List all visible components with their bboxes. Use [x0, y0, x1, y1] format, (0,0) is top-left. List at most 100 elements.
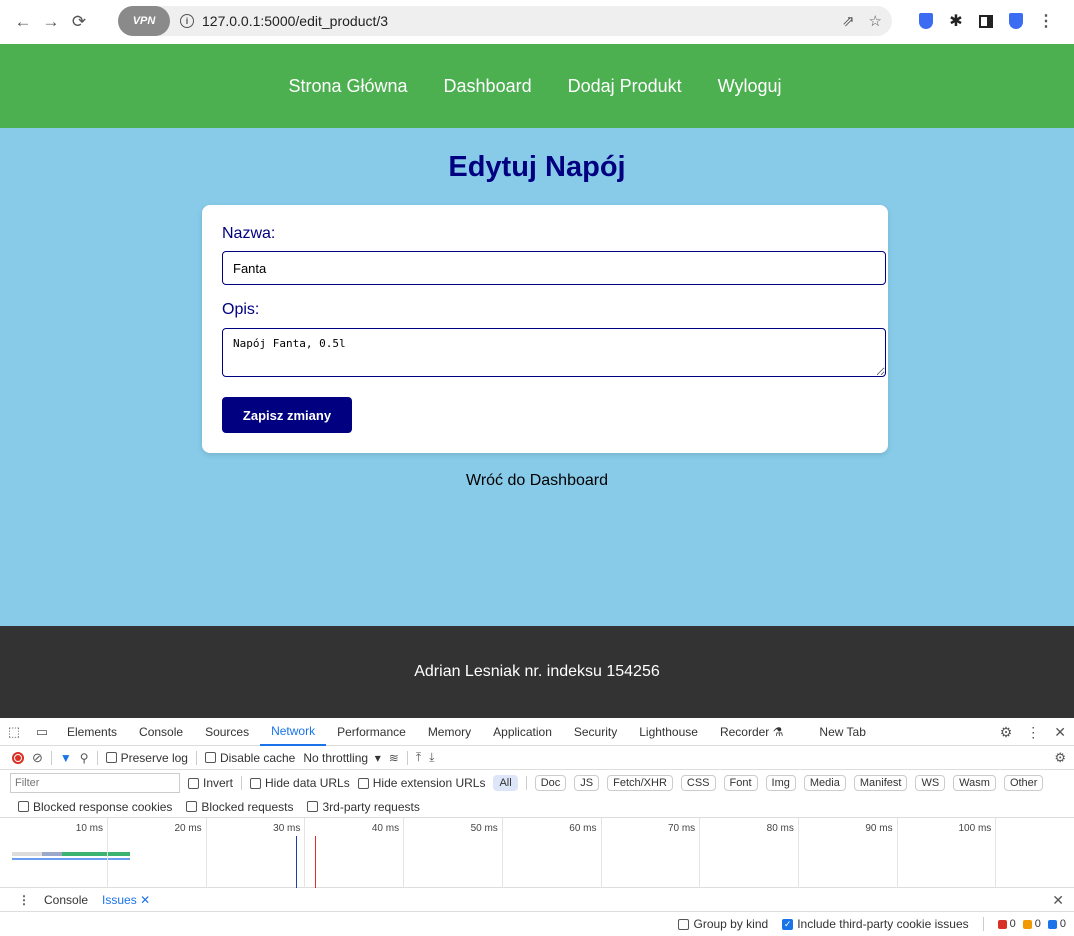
filter-chip-doc[interactable]: Doc [534, 775, 567, 791]
filter-chip-fetch-xhr[interactable]: Fetch/XHR [607, 775, 673, 791]
footer: Adrian Lesniak nr. indeksu 154256 [0, 626, 1074, 718]
drawer-menu-icon[interactable]: ⋮ [18, 893, 30, 907]
include-third-party-checkbox[interactable]: ✓ Include third-party cookie issues [782, 917, 969, 931]
network-overview-timeline[interactable]: 10 ms 20 ms 30 ms 40 ms 50 ms 60 ms 70 ms 80 ms… [0, 818, 1074, 888]
extensions-puzzle-icon[interactable]: ✱ [948, 13, 964, 30]
devtools-tab-application[interactable]: Application [482, 718, 563, 746]
share-icon[interactable]: ⇗ [842, 12, 855, 30]
timeline-tick [699, 818, 701, 888]
group-by-kind-checkbox[interactable]: Group by kind [678, 917, 768, 931]
devtools-tab-lighthouse[interactable]: Lighthouse [628, 718, 709, 746]
reload-icon[interactable]: ⟳ [68, 11, 90, 33]
timeline-tick [600, 818, 602, 888]
name-input[interactable] [222, 251, 886, 285]
name-label: Nazwa: [222, 225, 276, 242]
info-icon[interactable]: i [180, 14, 194, 28]
devtools-tab-bar: ⬚ ▭ Elements Console Sources Network Per… [0, 718, 1074, 746]
timeline-tick-label: 10 ms [75, 823, 103, 834]
filter-chip-wasm[interactable]: Wasm [953, 775, 996, 791]
url-text[interactable]: 127.0.0.1:5000/edit_product/3 [202, 13, 388, 29]
flask-icon: ⚗ [772, 724, 784, 739]
blocked-cookies-checkbox[interactable]: Blocked response cookies [18, 800, 172, 814]
settings-gear-icon[interactable]: ⚙ [1000, 724, 1013, 741]
timeline-tick [304, 818, 306, 888]
timeline-tick [995, 818, 997, 888]
timeline-tick-label: 90 ms [865, 823, 893, 834]
inspect-element-icon[interactable]: ⬚ [0, 724, 28, 740]
top-navigation: Strona Główna Dashboard Dodaj Produkt Wy… [0, 44, 1074, 128]
disable-cache-checkbox[interactable]: Disable cache [204, 751, 295, 765]
network-settings-gear-icon[interactable]: ⚙ [1054, 750, 1066, 766]
close-devtools-icon[interactable]: ✕ [1054, 724, 1066, 741]
filter-chip-js[interactable]: JS [574, 775, 600, 791]
drawer-tab-console[interactable]: Console [44, 893, 88, 907]
back-to-dashboard-link[interactable]: Wróć do Dashboard [0, 472, 1074, 490]
filter-chip-font[interactable]: Font [723, 775, 758, 791]
devtools-tab-sources[interactable]: Sources [194, 718, 260, 746]
devtools-tab-performance[interactable]: Performance [326, 718, 417, 746]
forward-arrow-icon[interactable]: → [40, 11, 62, 33]
hide-extension-urls-checkbox[interactable]: Hide extension URLs [357, 776, 485, 790]
browser-toolbar: ← → ⟳ VPN i 127.0.0.1:5000/edit_product/… [0, 0, 1074, 44]
star-icon[interactable]: ☆ [869, 12, 882, 30]
invert-checkbox[interactable]: Invert [188, 776, 233, 790]
issue-counters[interactable]: 0 0 0 [997, 918, 1066, 930]
nav-dashboard-link[interactable]: Dashboard [444, 76, 532, 97]
timeline-tick-label: 40 ms [371, 823, 400, 834]
edit-form-card: Nazwa: Opis: Napój Fanta, 0.5l Zapisz zm… [202, 205, 888, 453]
close-issues-tab-icon[interactable]: ✕ [140, 893, 150, 907]
devtools-panel: ⬚ ▭ Elements Console Sources Network Per… [0, 718, 1074, 936]
throttling-select[interactable]: No throttling ▾ [303, 751, 380, 765]
preserve-log-checkbox[interactable]: Preserve log [105, 751, 188, 765]
filter-input[interactable] [10, 773, 180, 793]
devtools-tab-new-tab[interactable]: New Tab [808, 718, 876, 746]
devtools-tab-recorder[interactable]: Recorder ⚗ [709, 718, 794, 746]
request-bar-secondary [12, 858, 130, 860]
description-textarea[interactable]: Napój Fanta, 0.5l [222, 328, 886, 377]
filter-chip-media[interactable]: Media [803, 775, 846, 791]
side-panel-icon[interactable] [978, 13, 994, 29]
network-conditions-icon[interactable]: ≋ [389, 751, 399, 765]
third-party-checkbox[interactable]: 3rd-party requests [307, 800, 420, 814]
hide-data-urls-checkbox[interactable]: Hide data URLs [250, 776, 350, 790]
filter-chip-all[interactable]: All [493, 775, 518, 791]
timeline-tick [403, 818, 405, 888]
save-changes-button[interactable]: Zapisz zmiany [222, 397, 352, 433]
extension-shield-icon[interactable] [918, 13, 934, 29]
warning-count-icon [1022, 919, 1032, 929]
devtools-tab-network[interactable]: Network [260, 718, 327, 746]
address-bar[interactable]: VPN i 127.0.0.1:5000/edit_product/3 ⇗ ☆ [118, 6, 892, 36]
filter-chip-other[interactable]: Other [1003, 775, 1044, 791]
back-arrow-icon[interactable]: ← [12, 11, 34, 33]
devtools-tab-security[interactable]: Security [563, 718, 628, 746]
close-drawer-icon[interactable]: ✕ [1052, 892, 1064, 909]
filter-chip-ws[interactable]: WS [915, 775, 946, 791]
import-har-icon[interactable]: ⤒ [416, 750, 421, 765]
timeline-tick [107, 818, 108, 888]
request-bar-download [62, 852, 130, 856]
export-har-icon[interactable]: ⤓ [429, 750, 434, 765]
vpn-shield-icon[interactable] [1008, 13, 1024, 29]
request-bar-wait [42, 852, 62, 856]
clear-icon[interactable]: ⊘ [32, 750, 43, 766]
recorder-label: Recorder [719, 724, 770, 739]
nav-home-link[interactable]: Strona Główna [288, 76, 407, 97]
record-icon[interactable] [12, 751, 24, 764]
search-icon[interactable]: ⚲ [80, 751, 89, 765]
blocked-requests-checkbox[interactable]: Blocked requests [186, 800, 293, 814]
filter-chip-css[interactable]: CSS [680, 775, 716, 791]
vpn-badge[interactable]: VPN [118, 6, 170, 36]
filter-chip-img[interactable]: Img [765, 775, 796, 791]
nav-logout-link[interactable]: Wyloguj [718, 76, 782, 97]
devtools-tab-elements[interactable]: Elements [56, 718, 128, 746]
filter-funnel-icon[interactable]: ▼ [60, 751, 72, 765]
devtools-tab-memory[interactable]: Memory [417, 718, 482, 746]
devtools-menu-icon[interactable]: ⋮ [1026, 724, 1040, 741]
nav-add-product-link[interactable]: Dodaj Produkt [568, 76, 682, 97]
dom-content-loaded-line [296, 836, 297, 888]
devtools-tab-console[interactable]: Console [128, 718, 194, 746]
device-toolbar-icon[interactable]: ▭ [28, 724, 56, 740]
filter-chip-manifest[interactable]: Manifest [853, 775, 908, 791]
browser-menu-icon[interactable]: ⋮ [1038, 13, 1054, 30]
drawer-tab-issues[interactable]: Issues ✕ [102, 893, 150, 907]
